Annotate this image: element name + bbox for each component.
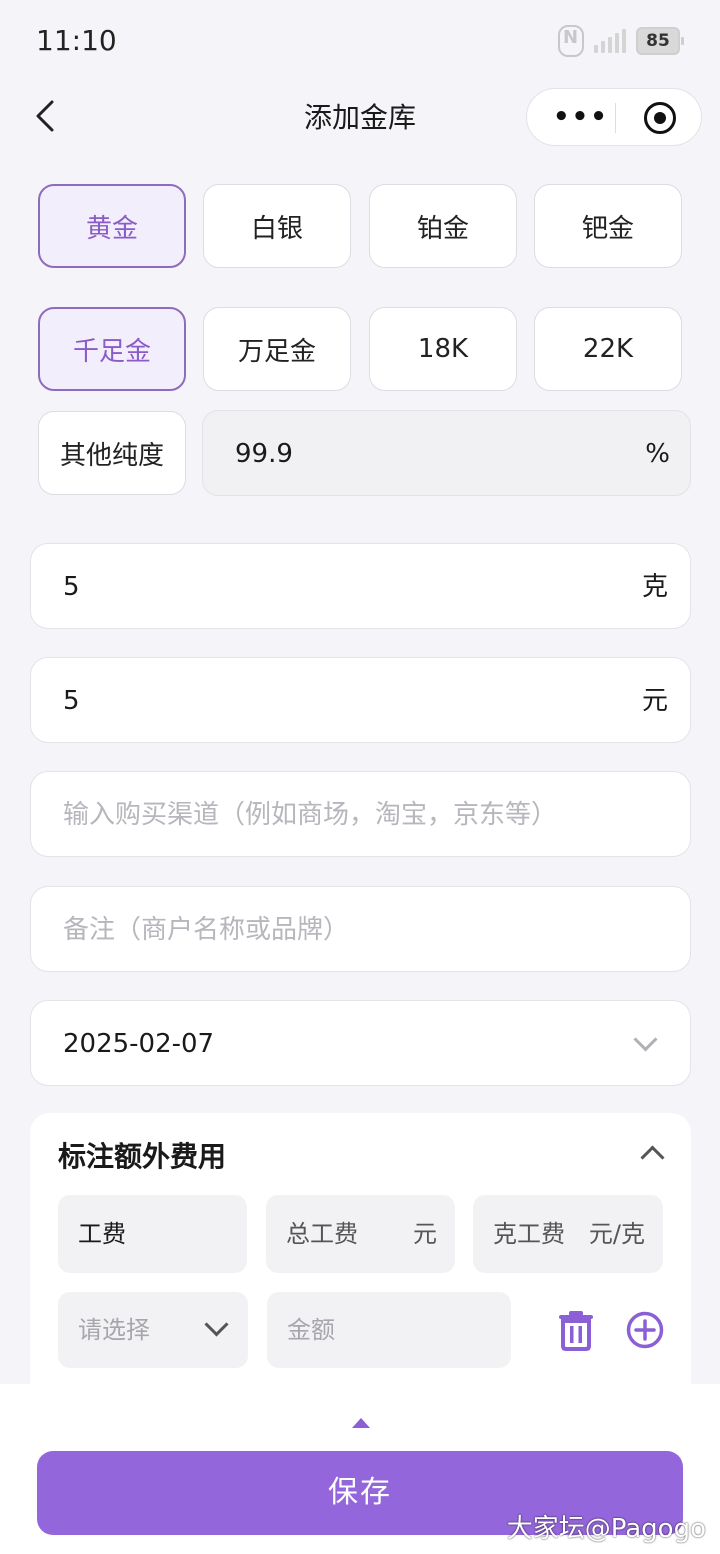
more-icon[interactable]: ••• [553, 104, 609, 130]
fee-amount-placeholder: 金额 [287, 1316, 335, 1344]
date-value: 2025-02-07 [63, 1029, 215, 1059]
fee-type-placeholder: 请选择 [78, 1316, 150, 1344]
purity-input[interactable]: 99.9 % [202, 410, 691, 496]
trash-icon[interactable] [556, 1309, 596, 1351]
total-labor-option[interactable]: 总工费 元 [266, 1195, 455, 1273]
note-input[interactable]: 备注（商户名称或品牌） [30, 886, 691, 972]
extra-fees-title: 标注额外费用 [58, 1140, 227, 1173]
watermark: 大家坛@Pagogo [506, 1514, 706, 1544]
signal-icon [594, 29, 626, 53]
extra-fees-card: 标注额外费用 工费 总工费 元 克工费 元/克 请选择 金额 [30, 1113, 691, 1413]
fee-amount-input[interactable]: 金额 [267, 1292, 511, 1368]
expand-up-icon[interactable] [352, 1418, 370, 1428]
gram-labor-option[interactable]: 克工费 元/克 [473, 1195, 663, 1273]
price-unit: 元 [641, 686, 668, 716]
other-purity-chip[interactable]: 其他纯度 [38, 411, 186, 495]
metal-chip-silver[interactable]: 白银 [203, 184, 351, 268]
purchase-channel-input[interactable]: 输入购买渠道（例如商场，淘宝，京东等） [30, 771, 691, 857]
fee-type-select[interactable]: 请选择 [58, 1292, 248, 1368]
metal-chip-platinum[interactable]: 铂金 [369, 184, 517, 268]
date-picker[interactable]: 2025-02-07 [30, 1000, 691, 1086]
labor-fee-text: 工费 [78, 1220, 126, 1248]
weight-value: 5 [63, 572, 80, 602]
purity-unit: % [645, 439, 670, 469]
labor-fee-label: 工费 [58, 1195, 247, 1273]
note-placeholder: 备注（商户名称或品牌） [63, 915, 350, 945]
add-circle-icon[interactable] [626, 1311, 664, 1349]
purity-chip-22k[interactable]: 22K [534, 307, 682, 391]
nfc-icon [558, 25, 584, 57]
purity-chip-18k[interactable]: 18K [369, 307, 517, 391]
purity-value: 99.9 [235, 439, 293, 469]
total-labor-unit: 元 [413, 1220, 437, 1248]
mini-program-capsule: ••• [526, 88, 702, 146]
purity-chip-9999[interactable]: 万足金 [203, 307, 351, 391]
chevron-up-icon[interactable] [640, 1145, 665, 1170]
close-target-icon[interactable] [644, 102, 676, 134]
status-icons: 85 [558, 25, 684, 57]
capsule-divider [615, 103, 616, 133]
gram-labor-label: 克工费 [493, 1220, 565, 1248]
metal-chip-palladium[interactable]: 钯金 [534, 184, 682, 268]
chevron-down-icon [633, 1027, 658, 1052]
purchase-channel-placeholder: 输入购买渠道（例如商场，淘宝，京东等） [63, 800, 558, 830]
price-value: 5 [63, 686, 80, 716]
battery-icon: 85 [636, 27, 684, 55]
metal-chip-gold[interactable]: 黄金 [38, 184, 186, 268]
total-labor-label: 总工费 [286, 1220, 358, 1248]
chevron-down-icon [204, 1312, 229, 1337]
gram-labor-unit: 元/克 [588, 1220, 645, 1248]
weight-input[interactable]: 5 克 [30, 543, 691, 629]
price-input[interactable]: 5 元 [30, 657, 691, 743]
weight-unit: 克 [641, 572, 668, 602]
purity-chip-999[interactable]: 千足金 [38, 307, 186, 391]
status-time: 11:10 [36, 24, 117, 57]
